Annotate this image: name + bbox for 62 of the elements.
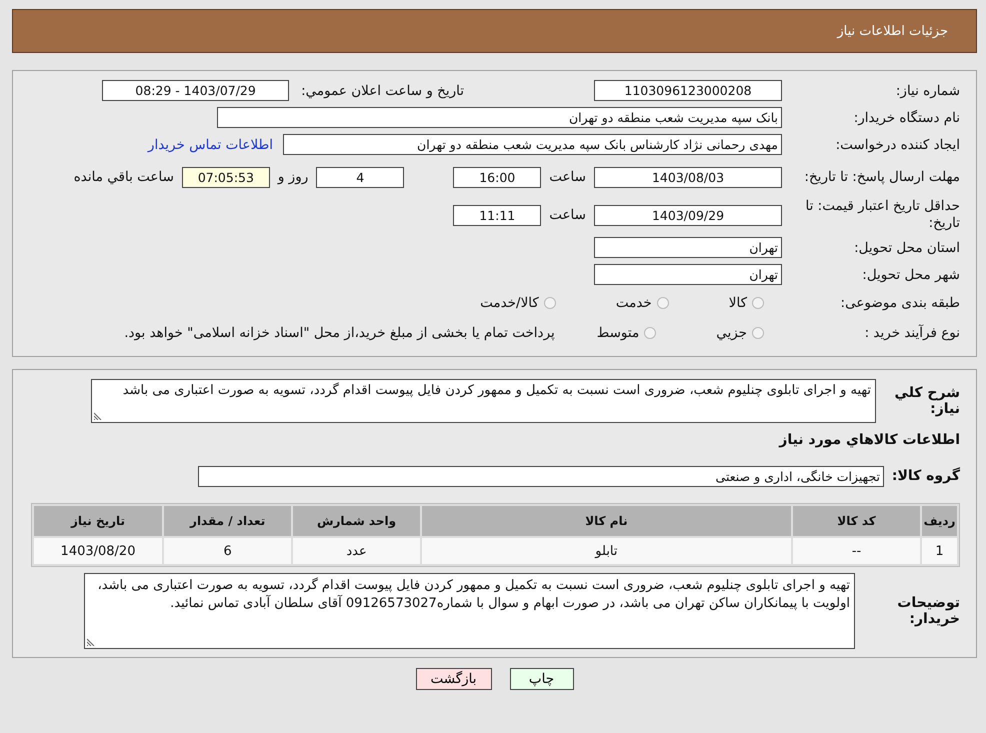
radio-button[interactable] (656, 297, 669, 309)
contact-link[interactable]: اطلاعات تماس خریدار (148, 136, 273, 152)
deadline-date-field: 1403/08/03 (594, 166, 782, 188)
section-heading: اطلاعات کالاهاي مورد نیاز (779, 432, 960, 448)
purchase-note: پرداخت تمام یا بخشی از مبلغ خرید،از محل "اسناد خزانه اسلامی" خواهد بود. (124, 325, 555, 341)
column-header: واحد شمارش (293, 506, 420, 536)
field-label: روز و (278, 169, 308, 185)
field-label: حداقل تاریخ اعتبار قیمت: تا تاریخ: (804, 198, 960, 232)
creator-field: مهدی رحمانی نژاد کارشناس بانک سپه مدیریت شعب منطقه دو تهران (283, 134, 782, 155)
city-field: تهران (594, 264, 782, 285)
field-label: توضیحات خریدار: (896, 595, 960, 627)
resize-grip-icon[interactable] (94, 412, 102, 420)
radio-label: کالا/خدمت (480, 295, 539, 311)
field-label: مهلت ارسال پاسخ: تا تاریخ: (803, 168, 960, 186)
field-label: شهر محل تحویل: (861, 266, 960, 282)
province-field: تهران (594, 237, 782, 258)
radio-button[interactable] (752, 327, 764, 339)
field-label: تاریخ و ساعت اعلان عمومي: (301, 82, 464, 98)
validity-time-field: 11:11 (453, 204, 542, 226)
radio-label: کالا (728, 295, 747, 311)
days-field: 4 (316, 166, 404, 188)
field-label: شماره نیاز: (894, 82, 960, 98)
radio-button[interactable] (752, 297, 764, 309)
column-header: تاریخ نیاز (34, 506, 162, 536)
deadline-time-field: 16:00 (453, 166, 542, 188)
announce-date-field: 1403/07/29 - 08:29 (102, 80, 290, 101)
buyer-field: بانک سپه مدیریت شعب منطقه دو تهران (217, 107, 782, 128)
field-label: ایجاد کننده درخواست: (834, 136, 960, 152)
radio-label: جزیي (716, 325, 747, 341)
field-label: استان محل تحویل: (853, 240, 960, 256)
column-header: ردیف (922, 506, 957, 536)
field-label: گروه کالا: (890, 468, 960, 484)
description-box[interactable]: تهیه و اجرای تابلوی چنلیوم شعب، ضروری است نسبت به تکمیل و ممهور کردن فایل پیوست اقدام گردد، تسویه به صورت اعتباری می باشد (91, 379, 876, 423)
field-label: طبقه بندی موضوعی: (840, 295, 960, 311)
radio-label: متوسط (596, 325, 640, 341)
table-cell: تابلو (422, 538, 792, 564)
radio-button[interactable] (544, 297, 556, 309)
column-header: نام کالا (422, 506, 792, 536)
column-header: تعداد / مقدار (164, 506, 292, 536)
back-button[interactable]: بازگشت (416, 668, 492, 690)
goods-group-field: تجهیزات خانگی، اداری و صنعتی (198, 466, 884, 486)
radio-label: خدمت (616, 295, 652, 311)
field-label: شرح کلي نیاز: (894, 385, 960, 417)
table-cell: عدد (293, 538, 420, 564)
validity-date-field: 1403/09/29 (594, 204, 782, 226)
field-label: نام دستگاه خریدار: (852, 110, 960, 126)
radio-button[interactable] (644, 327, 656, 339)
print-button[interactable]: چاپ (510, 668, 574, 690)
column-header: کد کالا (793, 506, 920, 536)
field-label: نوع فرآیند خرید : (864, 325, 960, 341)
field-label: ساعت (549, 169, 586, 185)
field-label: ساعت (549, 207, 586, 223)
table-cell: 1403/08/20 (34, 538, 162, 564)
table-cell: -- (793, 538, 920, 564)
buyer-notes-box[interactable]: تهیه و اجرای تابلوی چنلیوم شعب، ضروری است نسبت به تکمیل و ممهور کردن فایل پیوست اقدام گردد، تسویه به صورت اعتباری می باشد، اولویت با پیمانکاران ساکن تهران می باشد، در صورت ابهام و سوال با شماره09126573027 آقای سلطان آبادی تماس نمائید. (84, 573, 855, 649)
remaining-time-field: 07:05:53 (182, 166, 270, 188)
page-title: جزئیات اطلاعات نیاز (837, 24, 948, 38)
table-cell: 6 (164, 538, 292, 564)
field-label: ساعت باقي مانده (74, 169, 174, 185)
resize-grip-icon[interactable] (87, 638, 95, 646)
table-cell: 1 (922, 538, 957, 564)
need-number-field: 1103096123000208 (594, 80, 782, 101)
